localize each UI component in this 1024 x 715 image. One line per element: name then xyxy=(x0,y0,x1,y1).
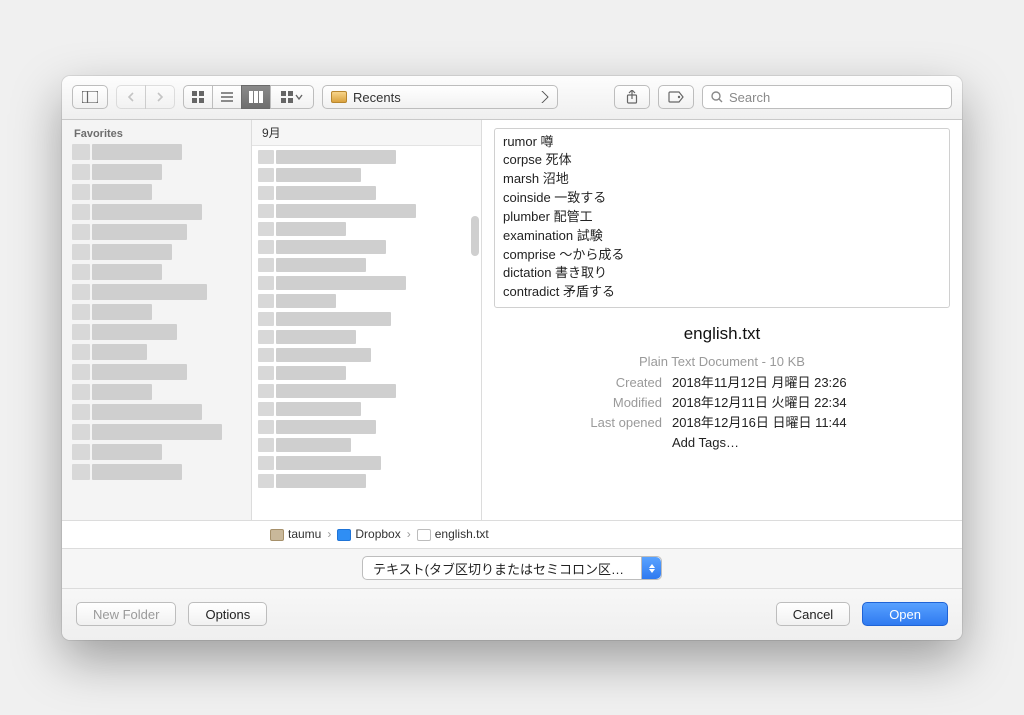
toolbar: Recents Search xyxy=(62,76,962,120)
forward-button[interactable] xyxy=(145,85,175,109)
home-icon xyxy=(270,529,284,541)
preview-pane: rumor 噂 corpse 死体 marsh 沼地 coinside 一致する… xyxy=(482,120,962,520)
options-button[interactable]: Options xyxy=(188,602,267,626)
view-gallery-button[interactable] xyxy=(270,85,314,109)
nav-segment xyxy=(116,85,175,109)
back-button[interactable] xyxy=(116,85,146,109)
sidebar-items-redacted xyxy=(62,144,251,480)
preview-line: examination 試験 xyxy=(503,227,941,246)
file-column: 9月 xyxy=(252,120,482,520)
tag-button[interactable] xyxy=(658,85,694,109)
drive-icon xyxy=(331,91,347,103)
open-dialog: Recents Search Favorites xyxy=(62,76,962,640)
open-button[interactable]: Open xyxy=(862,602,948,626)
cancel-button[interactable]: Cancel xyxy=(776,602,850,626)
search-placeholder: Search xyxy=(729,90,770,105)
created-value: 2018年11月12日 月曜日 23:26 xyxy=(672,373,902,393)
share-button[interactable] xyxy=(614,85,650,109)
dropbox-icon xyxy=(337,529,351,541)
preview-line: comprise 〜から成る xyxy=(503,246,941,265)
browser-body: Favorites 9月 xyxy=(62,120,962,520)
preview-line: rumor 噂 xyxy=(503,133,941,152)
preview-line: corpse 死体 xyxy=(503,151,941,170)
file-icon xyxy=(417,529,431,541)
path-seg-home[interactable]: taumu xyxy=(270,527,321,541)
dialog-footer: New Folder Options Cancel Open xyxy=(62,588,962,640)
chevron-updown-icon xyxy=(641,557,661,579)
lastopened-value: 2018年12月16日 日曜日 11:44 xyxy=(672,413,902,433)
modified-value: 2018年12月11日 火曜日 22:34 xyxy=(672,393,902,413)
search-icon xyxy=(711,91,723,103)
preview-line: coinside 一致する xyxy=(503,189,941,208)
search-field[interactable]: Search xyxy=(702,85,952,109)
preview-line: marsh 沼地 xyxy=(503,170,941,189)
add-tags-link[interactable]: Add Tags… xyxy=(672,433,902,453)
view-list-button[interactable] xyxy=(212,85,242,109)
column-header: 9月 xyxy=(252,120,481,146)
file-format-selected: テキスト(タブ区切りまたはセミコロン区… xyxy=(373,559,624,578)
view-columns-button[interactable] xyxy=(241,85,271,109)
toggle-sidebar-button[interactable] xyxy=(72,85,108,109)
path-seg-folder[interactable]: Dropbox xyxy=(337,527,400,541)
location-label: Recents xyxy=(353,90,401,105)
column-list-redacted[interactable] xyxy=(252,146,481,492)
path-seg-file[interactable]: english.txt xyxy=(417,527,489,541)
created-label: Created xyxy=(542,373,662,393)
new-folder-button[interactable]: New Folder xyxy=(76,602,176,626)
sidebar-header: Favorites xyxy=(62,126,251,144)
preview-line: dictation 書き取り xyxy=(503,264,941,283)
lastopened-label: Last opened xyxy=(542,413,662,433)
preview-content: rumor 噂 corpse 死体 marsh 沼地 coinside 一致する… xyxy=(494,128,950,308)
view-icons-button[interactable] xyxy=(183,85,213,109)
path-bar: taumu › Dropbox › english.txt xyxy=(62,520,962,548)
location-popup[interactable]: Recents xyxy=(322,85,558,109)
sidebar: Favorites xyxy=(62,120,252,520)
view-segment xyxy=(183,85,314,109)
preview-line: contradict 矛盾する xyxy=(503,283,941,302)
preview-kind: Plain Text Document - 10 KB xyxy=(494,354,950,369)
preview-meta: Plain Text Document - 10 KB Created 2018年… xyxy=(494,354,950,454)
chevron-right-icon: › xyxy=(327,527,331,541)
preview-line: plumber 配管工 xyxy=(503,208,941,227)
chevron-right-icon: › xyxy=(407,527,411,541)
preview-filename: english.txt xyxy=(494,324,950,344)
file-format-select[interactable]: テキスト(タブ区切りまたはセミコロン区… xyxy=(362,556,662,580)
modified-label: Modified xyxy=(542,393,662,413)
format-row: テキスト(タブ区切りまたはセミコロン区… xyxy=(62,548,962,588)
